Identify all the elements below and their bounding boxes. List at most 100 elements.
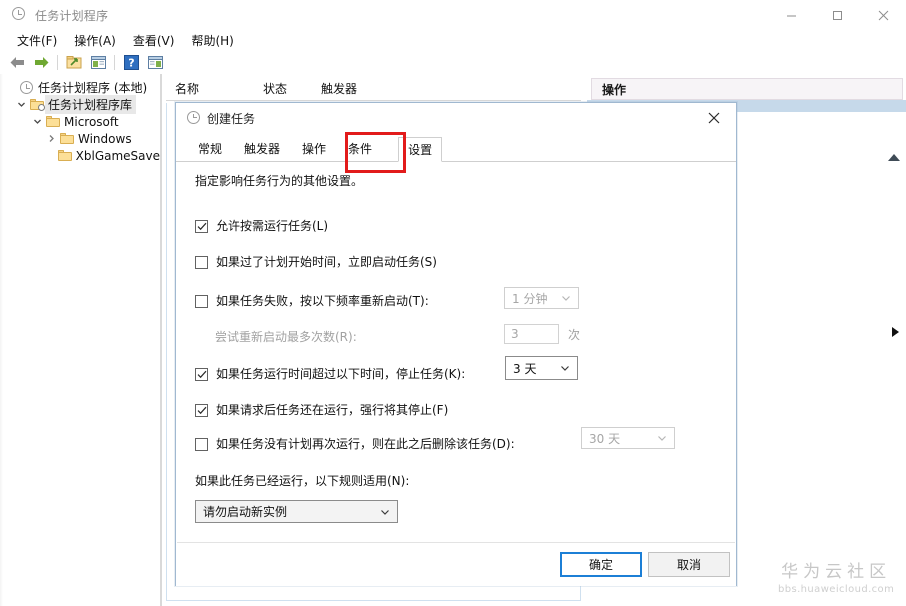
minimize-icon[interactable] xyxy=(768,0,814,31)
dialog-footer-separator xyxy=(177,542,735,543)
close-icon[interactable] xyxy=(860,0,906,31)
tree-item-label: 任务计划程序库 xyxy=(45,95,137,114)
tree-item-task-scheduler-local[interactable]: 任务计划程序 (本地) xyxy=(0,79,160,96)
tab-settings[interactable]: 设置 xyxy=(398,137,443,162)
dialog-content-settings: 指定影响任务行为的其他设置。 允许按需运行任务(L) 如果过了计划开始时间，立即… xyxy=(176,162,736,586)
option-run-asap-after-missed-start[interactable]: 如果过了计划开始时间，立即启动任务(S) xyxy=(195,255,437,269)
forward-arrow-icon[interactable] xyxy=(30,52,52,72)
clock-icon xyxy=(187,110,200,127)
properties-icon[interactable] xyxy=(87,52,109,72)
checkbox-checked-icon[interactable] xyxy=(195,403,208,417)
tab-actions[interactable]: 操作 xyxy=(292,136,337,161)
rules-label-text: 如果此任务已经运行，以下规则适用(N): xyxy=(195,474,410,488)
restart-attempts-control: 3 次 xyxy=(504,324,580,344)
option-label: 如果请求后任务还在运行，强行将其停止(F) xyxy=(216,403,449,417)
settings-description: 指定影响任务行为的其他设置。 xyxy=(195,174,364,188)
folder-icon xyxy=(58,133,75,144)
scroll-up-icon[interactable] xyxy=(888,154,900,161)
option-label: 如果任务失败，按以下频率重新启动(T): xyxy=(216,294,429,308)
checkbox-checked-icon[interactable] xyxy=(195,219,208,233)
task-tree: 任务计划程序 (本地) 任务计划程序库 Microsoft Windows Xb… xyxy=(0,79,160,164)
restart-interval-value: 1 分钟 xyxy=(512,291,548,306)
column-header-name[interactable]: 名称 xyxy=(166,80,254,97)
chevron-down-icon xyxy=(560,357,570,379)
stop-after-combo[interactable]: 3 天 xyxy=(505,356,578,380)
option-stop-task-if-runs-longer[interactable]: 如果任务运行时间超过以下时间，停止任务(K): xyxy=(195,367,465,381)
toolbar-separator-1 xyxy=(57,54,58,70)
checkbox-unchecked-icon[interactable] xyxy=(195,294,208,308)
tab-triggers[interactable]: 触发器 xyxy=(234,136,291,161)
maximize-icon[interactable] xyxy=(814,0,860,31)
chevron-down-icon[interactable] xyxy=(30,117,44,126)
option-force-stop-if-still-running[interactable]: 如果请求后任务还在运行，强行将其停止(F) xyxy=(195,403,448,417)
toolbar-separator-2 xyxy=(114,54,115,70)
chevron-down-icon[interactable] xyxy=(14,100,28,109)
restart-attempts-value: 3 xyxy=(511,327,519,341)
tree-item-task-scheduler-library[interactable]: 任务计划程序库 xyxy=(0,95,160,114)
dialog-tabstrip: 常规 触发器 操作 条件 设置 xyxy=(176,134,736,162)
clock-icon xyxy=(18,81,35,94)
option-restart-on-failure[interactable]: 如果任务失败，按以下频率重新启动(T): xyxy=(195,294,429,308)
window-title: 任务计划程序 xyxy=(35,8,109,23)
multiple-instances-value: 请勿启动新实例 xyxy=(203,505,288,519)
tree-item-label: Windows xyxy=(78,131,132,146)
expander-right-icon[interactable] xyxy=(892,327,899,337)
multiple-instances-combo[interactable]: 请勿启动新实例 xyxy=(195,500,398,523)
clock-icon xyxy=(12,7,28,23)
dialog-close-icon[interactable] xyxy=(692,103,736,133)
tab-general[interactable]: 常规 xyxy=(188,136,233,161)
option-label: 允许按需运行任务(L) xyxy=(216,219,329,233)
menu-action[interactable]: 操作(A) xyxy=(66,31,125,50)
option-allow-run-on-demand[interactable]: 允许按需运行任务(L) xyxy=(195,219,328,233)
window-controls xyxy=(768,0,906,31)
task-scheduler-window: 任务计划程序 文件(F) 操作(A) 查看(V) 帮助(H) ? 任务计划程序 … xyxy=(0,0,906,606)
tree-item-microsoft[interactable]: Microsoft xyxy=(0,113,160,130)
new-folder-icon[interactable] xyxy=(63,52,85,72)
delete-after-control: 30 天 xyxy=(581,427,675,449)
checkbox-unchecked-icon[interactable] xyxy=(195,255,208,269)
restart-interval-combo[interactable]: 1 分钟 xyxy=(504,287,579,309)
option-label: 如果过了计划开始时间，立即启动任务(S) xyxy=(216,255,437,269)
menu-view[interactable]: 查看(V) xyxy=(125,31,184,50)
tree-item-windows[interactable]: Windows xyxy=(0,130,160,147)
tree-item-xblgamesave[interactable]: XblGameSave xyxy=(0,147,160,164)
option-label: 如果任务运行时间超过以下时间，停止任务(K): xyxy=(216,367,466,381)
chevron-right-icon[interactable] xyxy=(44,134,58,143)
checkbox-checked-icon[interactable] xyxy=(195,367,208,381)
multiple-instances-control: 请勿启动新实例 xyxy=(195,500,398,523)
column-header-triggers[interactable]: 触发器 xyxy=(312,80,357,97)
menu-bar: 文件(F) 操作(A) 查看(V) 帮助(H) xyxy=(0,31,906,50)
chevron-down-icon xyxy=(380,501,390,522)
folder-clock-icon xyxy=(28,99,45,111)
task-list-column-headers: 名称 状态 触发器 xyxy=(166,77,581,101)
delete-after-combo[interactable]: 30 天 xyxy=(581,427,675,449)
dialog-title: 创建任务 xyxy=(207,112,256,126)
dialog-titlebar: 创建任务 xyxy=(176,103,736,134)
restart-attempts-input[interactable]: 3 xyxy=(504,324,559,344)
chevron-down-icon xyxy=(657,428,667,448)
checkbox-unchecked-icon[interactable] xyxy=(195,437,208,451)
column-header-status[interactable]: 状态 xyxy=(254,80,312,97)
window-titlebar: 任务计划程序 xyxy=(0,0,906,31)
delete-after-value: 30 天 xyxy=(589,431,621,446)
tree-item-label: Microsoft xyxy=(64,114,119,129)
tree-pane: 任务计划程序 (本地) 任务计划程序库 Microsoft Windows Xb… xyxy=(0,74,163,606)
stop-after-control: 3 天 xyxy=(505,356,578,380)
menu-file[interactable]: 文件(F) xyxy=(9,31,66,50)
svg-text:?: ? xyxy=(128,56,134,69)
stop-after-value: 3 天 xyxy=(513,361,537,376)
tab-conditions[interactable]: 条件 xyxy=(338,136,383,161)
restart-attempts-unit: 次 xyxy=(568,327,581,342)
show-pane-icon[interactable] xyxy=(144,52,166,72)
cancel-button[interactable]: 取消 xyxy=(648,552,730,577)
chevron-down-icon xyxy=(561,288,571,308)
create-task-dialog: 创建任务 常规 触发器 操作 条件 设置 指定影响任务行为的其他设置。 允许按需… xyxy=(175,102,737,586)
ok-button[interactable]: 确定 xyxy=(560,552,642,577)
back-arrow-icon[interactable] xyxy=(6,52,28,72)
menu-help[interactable]: 帮助(H) xyxy=(183,31,242,50)
option-delete-task-if-not-scheduled[interactable]: 如果任务没有计划再次运行，则在此之后删除该任务(D): xyxy=(195,437,515,451)
toolbar: ? xyxy=(0,50,906,74)
option-label: 尝试重新启动最多次数(R): xyxy=(215,330,357,344)
help-icon[interactable]: ? xyxy=(120,52,142,72)
tree-item-label: XblGameSave xyxy=(75,148,160,163)
